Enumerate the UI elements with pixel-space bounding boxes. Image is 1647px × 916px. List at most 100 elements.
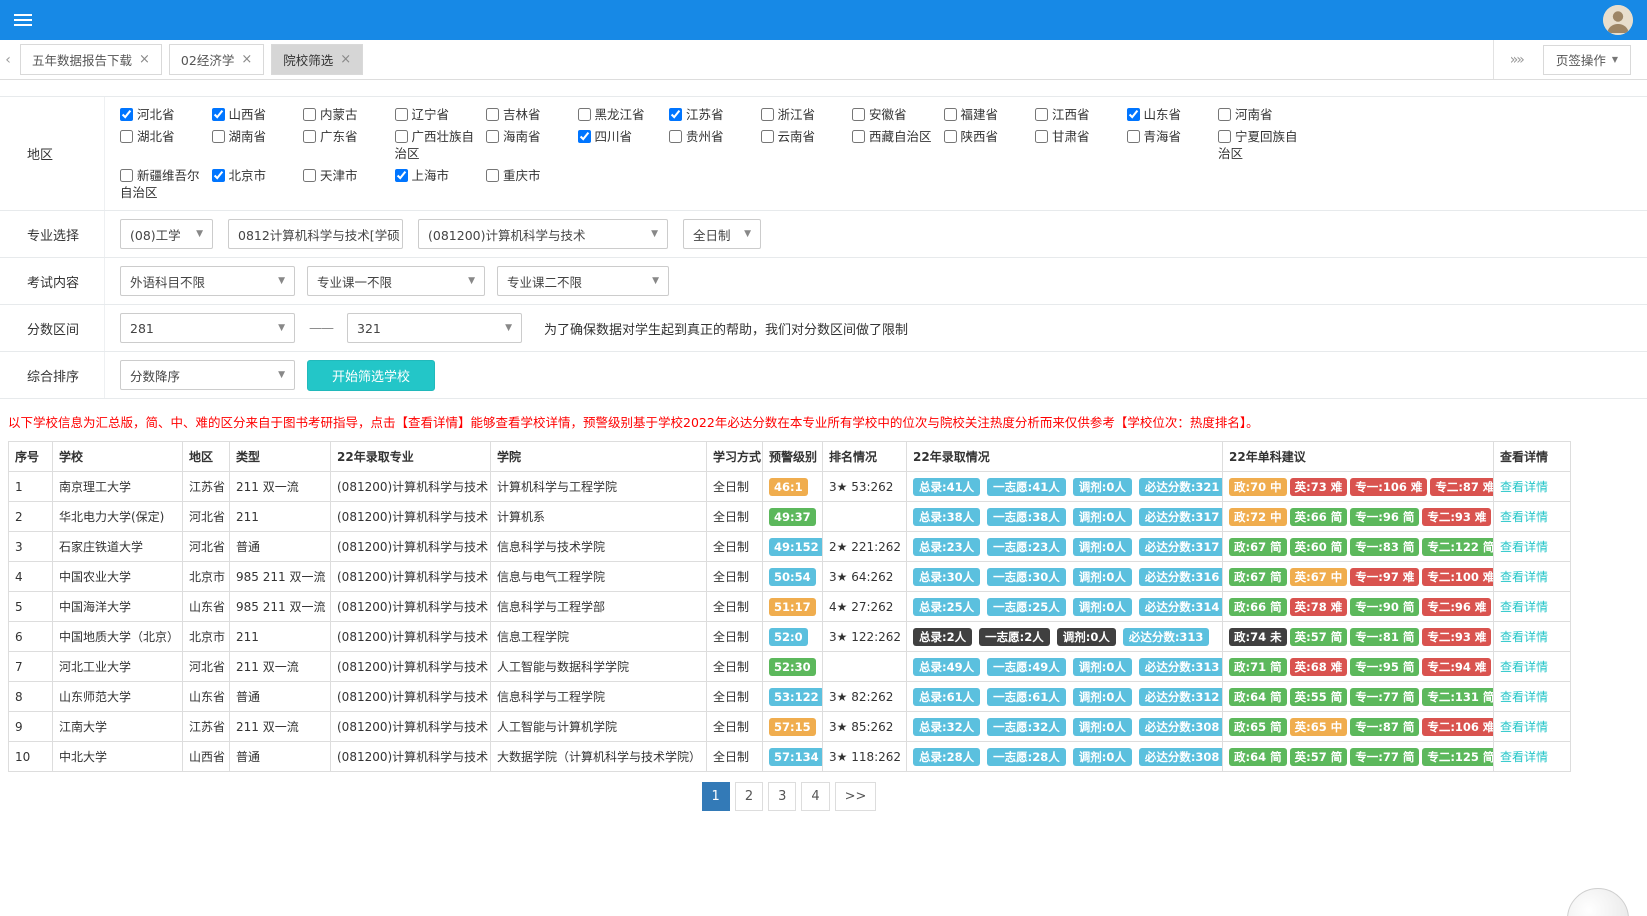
region-checkbox[interactable] — [212, 130, 225, 143]
region-checkbox-item[interactable]: 云南省 — [761, 128, 853, 145]
region-checkbox-item[interactable]: 西藏自治区 — [852, 128, 944, 145]
view-detail-link[interactable]: 查看详情 — [1500, 720, 1548, 734]
hamburger-menu-icon[interactable] — [14, 14, 32, 26]
region-checkbox[interactable] — [1035, 130, 1048, 143]
region-checkbox-item[interactable]: 河北省 — [120, 106, 212, 123]
tab-close-icon[interactable]: × — [139, 53, 150, 66]
region-checkbox[interactable] — [395, 130, 408, 143]
region-checkbox[interactable] — [761, 130, 774, 143]
region-checkbox[interactable] — [1218, 130, 1231, 143]
region-checkbox-item[interactable]: 浙江省 — [761, 106, 853, 123]
region-checkbox-item[interactable]: 重庆市 — [486, 167, 578, 184]
tab-close-icon[interactable]: × — [241, 53, 252, 66]
sort-select[interactable]: 分数降序▼ — [120, 360, 295, 390]
region-checkbox[interactable] — [212, 108, 225, 121]
tab-scroll-right-icon[interactable]: »» — [1510, 52, 1523, 68]
floating-assistant-widget[interactable] — [1567, 888, 1629, 916]
region-checkbox-item[interactable]: 甘肃省 — [1035, 128, 1127, 145]
region-checkbox-item[interactable]: 安徽省 — [852, 106, 944, 123]
region-checkbox[interactable] — [1035, 108, 1048, 121]
region-checkbox[interactable] — [578, 108, 591, 121]
region-checkbox[interactable] — [669, 130, 682, 143]
region-checkbox-item[interactable]: 宁夏回族自治区 — [1218, 128, 1310, 162]
region-checkbox-item[interactable]: 黑龙江省 — [578, 106, 670, 123]
view-detail-link[interactable]: 查看详情 — [1500, 690, 1548, 704]
region-checkbox-item[interactable]: 天津市 — [303, 167, 395, 184]
region-checkbox[interactable] — [1127, 108, 1140, 121]
tab[interactable]: 五年数据报告下载× — [20, 44, 162, 75]
region-checkbox[interactable] — [120, 130, 133, 143]
start-filter-schools-button[interactable]: 开始筛选学校 — [307, 360, 435, 391]
region-checkbox[interactable] — [852, 130, 865, 143]
region-checkbox[interactable] — [486, 108, 499, 121]
region-checkbox[interactable] — [395, 108, 408, 121]
region-checkbox[interactable] — [486, 169, 499, 182]
region-checkbox-item[interactable]: 四川省 — [578, 128, 670, 145]
exam-select-3[interactable]: 专业课二不限▼ — [497, 266, 669, 296]
region-checkbox-item[interactable]: 江苏省 — [669, 106, 761, 123]
view-detail-link[interactable]: 查看详情 — [1500, 750, 1548, 764]
region-checkbox[interactable] — [120, 108, 133, 121]
region-checkbox[interactable] — [578, 130, 591, 143]
page-button[interactable]: 4 — [801, 782, 829, 811]
region-checkbox-item[interactable]: 贵州省 — [669, 128, 761, 145]
region-checkbox[interactable] — [944, 130, 957, 143]
region-checkbox[interactable] — [1127, 130, 1140, 143]
tab-scroll-left-icon[interactable]: ‹ — [0, 40, 16, 79]
view-detail-link[interactable]: 查看详情 — [1500, 600, 1548, 614]
region-checkbox-item[interactable]: 海南省 — [486, 128, 578, 145]
tab[interactable]: 院校筛选× — [271, 44, 363, 75]
region-checkbox-item[interactable]: 新疆维吾尔自治区 — [120, 167, 212, 201]
region-checkbox[interactable] — [212, 169, 225, 182]
region-checkbox[interactable] — [303, 130, 316, 143]
region-checkbox[interactable] — [303, 108, 316, 121]
score-max-select[interactable]: 321▼ — [347, 313, 522, 343]
user-avatar[interactable] — [1603, 5, 1633, 35]
region-checkbox[interactable] — [303, 169, 316, 182]
region-checkbox[interactable] — [761, 108, 774, 121]
view-detail-link[interactable]: 查看详情 — [1500, 510, 1548, 524]
region-checkbox-item[interactable]: 吉林省 — [486, 106, 578, 123]
region-checkbox-item[interactable]: 河南省 — [1218, 106, 1310, 123]
region-checkbox-item[interactable]: 上海市 — [395, 167, 487, 184]
region-checkbox[interactable] — [669, 108, 682, 121]
region-checkbox-item[interactable]: 湖南省 — [212, 128, 304, 145]
major-select-3[interactable]: (081200)计算机科学与技术▼ — [418, 219, 668, 249]
tab-close-icon[interactable]: × — [340, 53, 351, 66]
region-checkbox-item[interactable]: 陕西省 — [944, 128, 1036, 145]
tab-operations-button[interactable]: 页签操作 ▼ — [1543, 45, 1631, 75]
major-select-4[interactable]: 全日制▼ — [683, 219, 761, 249]
region-checkbox[interactable] — [486, 130, 499, 143]
region-checkbox-item[interactable]: 辽宁省 — [395, 106, 487, 123]
region-checkbox[interactable] — [1218, 108, 1231, 121]
region-checkbox-item[interactable]: 福建省 — [944, 106, 1036, 123]
view-detail-link[interactable]: 查看详情 — [1500, 480, 1548, 494]
region-checkbox-item[interactable]: 山东省 — [1127, 106, 1219, 123]
view-detail-link[interactable]: 查看详情 — [1500, 660, 1548, 674]
page-button[interactable]: 1 — [702, 782, 730, 811]
page-button[interactable]: 3 — [768, 782, 796, 811]
exam-select-1[interactable]: 外语科目不限▼ — [120, 266, 295, 296]
region-checkbox[interactable] — [120, 169, 133, 182]
region-checkbox-item[interactable]: 广西壮族自治区 — [395, 128, 487, 162]
view-detail-link[interactable]: 查看详情 — [1500, 630, 1548, 644]
region-checkbox-item[interactable]: 山西省 — [212, 106, 304, 123]
region-checkbox-item[interactable]: 北京市 — [212, 167, 304, 184]
view-detail-link[interactable]: 查看详情 — [1500, 540, 1548, 554]
region-checkbox-item[interactable]: 青海省 — [1127, 128, 1219, 145]
exam-select-2[interactable]: 专业课一不限▼ — [307, 266, 485, 296]
region-checkbox[interactable] — [852, 108, 865, 121]
region-checkbox[interactable] — [944, 108, 957, 121]
region-checkbox[interactable] — [395, 169, 408, 182]
region-checkbox-item[interactable]: 江西省 — [1035, 106, 1127, 123]
page-next-button[interactable]: >> — [835, 782, 877, 811]
major-select-1[interactable]: (08)工学▼ — [120, 219, 213, 249]
region-checkbox-item[interactable]: 广东省 — [303, 128, 395, 145]
major-select-2[interactable]: 0812计算机科学与技术[学硕▼ — [228, 219, 403, 249]
tab[interactable]: 02经济学× — [169, 44, 264, 75]
region-checkbox-item[interactable]: 湖北省 — [120, 128, 212, 145]
region-checkbox-item[interactable]: 内蒙古 — [303, 106, 395, 123]
score-min-select[interactable]: 281▼ — [120, 313, 295, 343]
view-detail-link[interactable]: 查看详情 — [1500, 570, 1548, 584]
page-button[interactable]: 2 — [735, 782, 763, 811]
